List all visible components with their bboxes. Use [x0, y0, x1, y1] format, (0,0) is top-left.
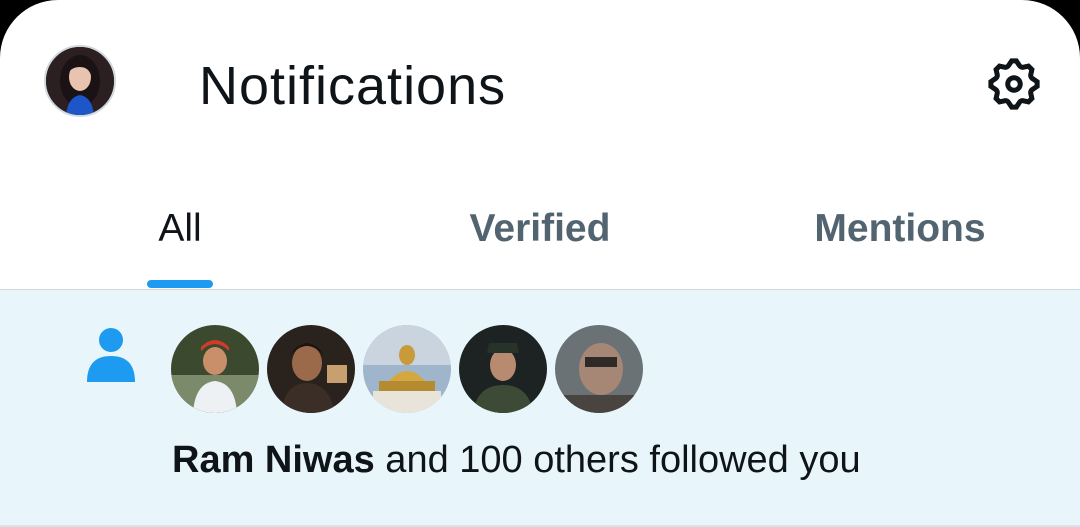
actor-name-link[interactable]: Ram Niwas: [172, 439, 375, 481]
notification-text: Ram Niwas and 100 others followed you: [172, 436, 861, 484]
follower-avatar[interactable]: [459, 325, 547, 413]
follower-avatar[interactable]: [555, 325, 643, 413]
page-title: Notifications: [199, 56, 507, 116]
gear-icon-graphic: [988, 58, 1040, 110]
follower-avatar-2-image: [267, 325, 355, 413]
tab-all[interactable]: All: [0, 170, 360, 289]
tab-mentions[interactable]: Mentions: [720, 170, 1080, 289]
follower-avatar-5-image: [555, 325, 643, 413]
follower-avatar-3-image: [363, 325, 451, 413]
notification-message: and 100 others followed you: [374, 439, 861, 481]
notifications-screen: Notifications All Verified Mentions Ram …: [0, 0, 1080, 527]
follow-notification[interactable]: Ram Niwas and 100 others followed you: [0, 290, 1080, 527]
follower-avatars: [171, 325, 651, 413]
tab-verified-label: Verified: [469, 207, 611, 250]
profile-avatar-image: [46, 47, 114, 115]
follower-avatar[interactable]: [363, 325, 451, 413]
active-tab-indicator: [147, 280, 213, 288]
follower-avatar-4-image: [459, 325, 547, 413]
follower-avatar-1-image: [171, 325, 259, 413]
follower-avatar[interactable]: [171, 325, 259, 413]
tab-verified[interactable]: Verified: [360, 170, 720, 289]
gear-icon[interactable]: [984, 54, 1044, 114]
follower-avatar[interactable]: [267, 325, 355, 413]
tab-all-label: All: [158, 207, 202, 250]
profile-avatar[interactable]: [44, 45, 116, 117]
tab-mentions-label: Mentions: [814, 207, 986, 250]
person-icon: [84, 326, 138, 384]
notification-tabs: All Verified Mentions: [0, 170, 1080, 290]
person-icon-graphic: [87, 328, 135, 382]
top-bar: Notifications: [0, 0, 1080, 170]
